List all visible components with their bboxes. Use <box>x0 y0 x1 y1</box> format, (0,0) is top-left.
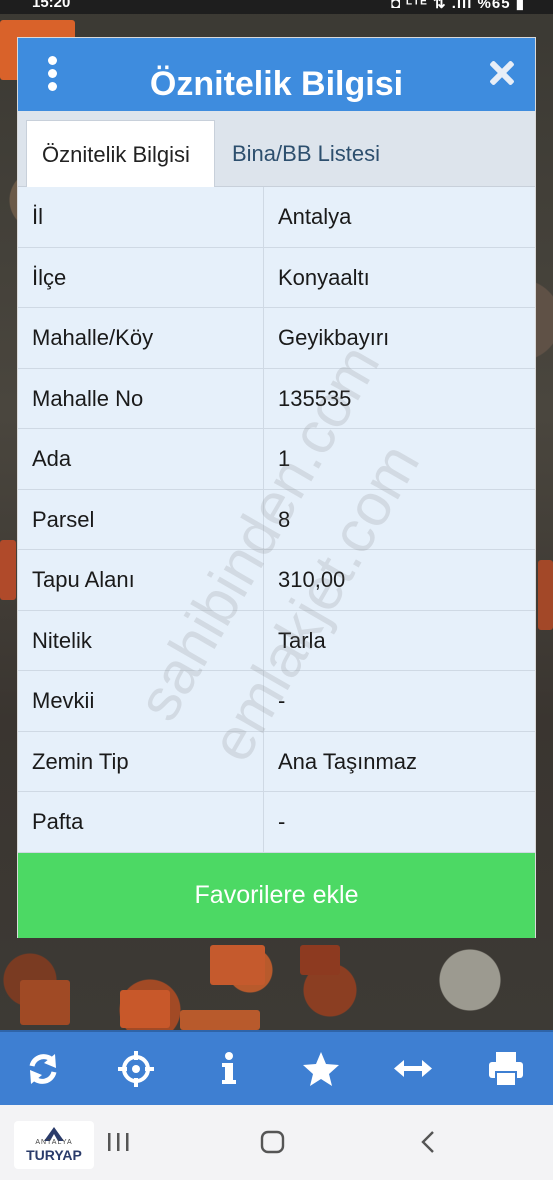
table-row: İlçe Konyaaltı <box>18 247 535 308</box>
tab-attribute-info[interactable]: Öznitelik Bilgisi <box>26 120 215 187</box>
print-icon[interactable] <box>483 1046 529 1092</box>
add-to-favorites-button[interactable]: Favorilere ekle <box>18 853 535 938</box>
map-toolbar <box>0 1030 553 1105</box>
row-value: - <box>278 688 286 713</box>
attribute-table: İl Antalya İlçe Konyaaltı Mahalle/Köy Geyik… <box>18 187 535 853</box>
row-value: 8 <box>278 506 291 532</box>
row-key: İl <box>32 204 43 229</box>
status-bar: 15:20 ◘ ᴸᵀᴱ ⇅ .ıll %65 ▮ <box>0 0 553 14</box>
table-row: Pafta - <box>18 792 535 853</box>
attribute-dialog: Öznitelik Bilgisi Öznitelik Bilgisi Bina… <box>17 37 536 938</box>
table-row: Zemin Tip Ana Taşınmaz <box>18 731 535 792</box>
status-indicators: ◘ ᴸᵀᴱ ⇅ .ıll %65 ▮ <box>390 0 525 12</box>
row-key: Mahalle/Köy <box>32 325 154 350</box>
row-value: 310,00 <box>278 567 346 592</box>
row-key: Zemin Tip <box>32 748 129 774</box>
tab-bar: Öznitelik Bilgisi Bina/BB Listesi <box>18 111 535 187</box>
status-time: 15:20 <box>32 0 71 11</box>
home-icon[interactable] <box>260 1127 286 1157</box>
logo-text: TURYAP <box>26 1147 82 1163</box>
row-key: Ada <box>32 446 72 471</box>
row-value: Tarla <box>278 627 326 653</box>
navigation-bar: ANTALYA TURYAP <box>0 1105 553 1180</box>
table-row: Parsel 8 <box>18 489 535 550</box>
back-icon[interactable] <box>418 1127 438 1157</box>
table-row: İl Antalya <box>18 187 535 248</box>
table-row: Mahalle No 135535 <box>18 368 535 429</box>
table-row: Ada 1 <box>18 429 535 490</box>
row-value: Antalya <box>278 204 352 229</box>
table-row: Nitelik Tarla <box>18 610 535 671</box>
tab-building-list[interactable]: Bina/BB Listesi <box>217 120 395 187</box>
star-icon[interactable] <box>298 1046 344 1092</box>
row-key: Pafta <box>32 809 84 834</box>
dialog-header: Öznitelik Bilgisi <box>18 38 535 111</box>
table-row: Mahalle/Köy Geyikbayırı <box>18 308 535 369</box>
row-key: Tapu Alanı <box>32 567 135 592</box>
close-icon[interactable] <box>489 60 515 86</box>
info-icon[interactable] <box>206 1046 252 1092</box>
measure-icon[interactable] <box>390 1046 436 1092</box>
row-key: İlçe <box>32 264 67 290</box>
logo-subtitle: ANTALYA <box>35 1139 73 1146</box>
row-key: Parsel <box>32 506 95 532</box>
locate-icon[interactable] <box>113 1046 159 1092</box>
row-value: - <box>278 809 286 834</box>
row-value: Ana Taşınmaz <box>278 748 418 774</box>
row-value: 1 <box>278 446 291 471</box>
turyap-logo: ANTALYA TURYAP <box>14 1121 94 1169</box>
table-row: Mevkii - <box>18 671 535 732</box>
table-row: Tapu Alanı 310,00 <box>18 550 535 611</box>
recent-apps-icon[interactable] <box>106 1127 132 1157</box>
row-key: Mevkii <box>32 688 95 713</box>
refresh-icon[interactable] <box>20 1046 66 1092</box>
dialog-title: Öznitelik Bilgisi <box>149 65 404 103</box>
row-value: 135535 <box>278 385 352 411</box>
row-value: Geyikbayırı <box>278 325 390 350</box>
row-key: Mahalle No <box>32 385 144 411</box>
row-key: Nitelik <box>32 627 92 653</box>
row-value: Konyaaltı <box>278 264 370 290</box>
